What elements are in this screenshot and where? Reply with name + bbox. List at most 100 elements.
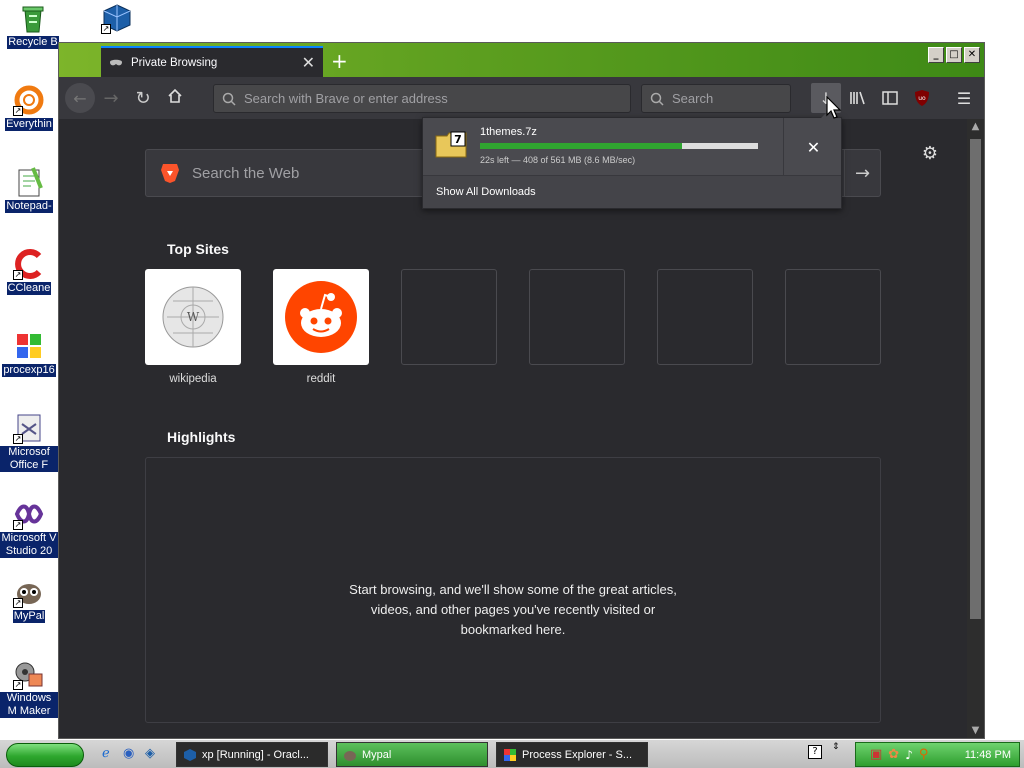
new-tab-page: → ⚙ Top Sites W wikipedia reddit H [59,119,984,738]
top-site-tile-empty[interactable] [657,269,753,385]
desktop-icon-office[interactable]: ↗ Microsof Office F [0,412,58,475]
ccleaner-icon: ↗ [13,248,45,280]
desktop-icon-ccleaner[interactable]: ↗ CCleane [0,248,58,298]
download-status: 22s left — 408 of 561 MB (8.6 MB/sec) [480,155,636,165]
arrow-right-icon: → [854,162,871,184]
browser-quicklaunch-icon[interactable]: ◉ [123,746,134,761]
desktop-icon-mypal[interactable]: ↗ MyPal [0,576,58,626]
home-icon [167,88,183,109]
web-search-input[interactable] [192,164,392,182]
library-button[interactable] [843,83,873,113]
svg-text:W: W [187,310,200,324]
download-progress-bar [480,143,758,149]
desktop-icon-label: Microsoft V Studio 20 [0,532,58,558]
show-all-downloads-button[interactable]: Show All Downloads [423,176,841,208]
shortcut-arrow-icon: ↗ [13,434,23,444]
search-icon [650,92,664,106]
search-icon [222,92,236,106]
top-site-tile-reddit[interactable]: reddit [273,269,369,385]
top-site-tile-empty[interactable] [401,269,497,385]
desktop-icon-notepad-plus[interactable]: Notepad- [0,166,58,216]
tray-app-icon[interactable]: ♪ [905,748,913,762]
maximize-button[interactable]: □ [946,47,962,63]
internet-explorer-icon[interactable]: ℯ [102,746,110,761]
library-icon [850,91,865,105]
address-input[interactable] [244,91,630,106]
new-tab-button[interactable]: + [331,49,348,73]
search-box[interactable] [641,84,791,113]
scroll-down-icon[interactable]: ▼ [967,725,984,736]
desktop-icon-visual-studio[interactable]: ↗ Microsoft V Studio 20 [0,498,58,561]
desktop-icon-procexp[interactable]: procexp16 [0,330,58,380]
tray-expand-icon[interactable]: ⇕ [832,742,840,752]
home-button[interactable] [159,88,191,109]
shortcut-arrow-icon: ↗ [13,680,23,690]
top-site-tile-wikipedia[interactable]: W wikipedia [145,269,241,385]
back-button[interactable]: ← [65,83,95,113]
download-progress-fill [480,143,683,149]
tray-app-icon[interactable]: ▣ [870,747,882,762]
tray-app-icon[interactable]: ✿ [888,747,899,762]
highlights-title: Highlights [167,429,236,445]
desktop-icon-label: MyPal [12,610,46,623]
taskbar-clock: 11:48 PM [964,748,1011,761]
cancel-download-button[interactable]: ✕ [783,118,843,176]
web-search-submit-button[interactable]: → [844,150,880,196]
mypal-icon [344,750,356,761]
title-bar[interactable]: Private Browsing ✕ + _ □ ✕ [59,43,984,77]
tray-app-icon[interactable]: ⚲ [919,747,929,762]
reload-icon: ↻ [135,87,151,109]
top-site-tile-empty[interactable] [785,269,881,385]
start-button[interactable] [6,743,84,767]
top-sites-title: Top Sites [167,241,229,257]
navigation-toolbar: ← → ↻ ↓ [59,77,984,119]
desktop-icon-label: Microsof Office F [0,446,58,472]
desktop-icon-recycle-bin[interactable]: Recycle B [4,2,62,52]
taskbar-item-label: Process Explorer - S... [522,748,633,761]
top-site-tile-empty[interactable] [529,269,625,385]
desktop-icon-virtualbox[interactable]: ↗ [88,2,146,36]
desktop-icon-everything[interactable]: ↗ Everythin [0,84,58,134]
desktop-icon-movie-maker[interactable]: ↗ Windows M Maker [0,658,58,721]
empty-tile-placeholder [657,269,753,365]
desktop-icon-label: Windows M Maker [0,692,58,718]
hamburger-icon: ☰ [956,88,972,108]
minimize-button[interactable]: _ [928,47,944,63]
customize-gear-icon[interactable]: ⚙ [922,143,938,164]
close-icon: ✕ [806,137,821,157]
shortcut-arrow-icon: ↗ [13,270,23,280]
forward-button[interactable]: → [95,88,127,109]
download-filename: 1themes.7z [480,126,537,138]
tab-close-icon[interactable]: ✕ [302,53,315,73]
shortcut-arrow-icon: ↗ [13,520,23,530]
close-window-button[interactable]: ✕ [964,47,980,63]
private-mask-icon [109,56,123,70]
download-item[interactable]: 7 1themes.7z 22s left — 408 of 561 MB (8… [423,118,841,176]
arrow-right-icon: → [103,87,119,109]
ublock-button[interactable]: uo [907,83,937,113]
taskbar-item-virtualbox[interactable]: xp [Running] - Oracl... [176,742,328,767]
scrollbar-thumb[interactable] [970,139,981,619]
menu-button[interactable]: ☰ [949,83,979,113]
taskbar-item-process-explorer[interactable]: Process Explorer - S... [496,742,648,767]
address-bar[interactable] [213,84,631,113]
sidebar-button[interactable] [875,83,905,113]
search-input[interactable] [672,91,790,106]
desktop-icon-label: Recycle B [7,36,59,49]
brave-lion-icon [161,164,179,183]
office-icon: ↗ [13,412,45,444]
desktop-icon-label: procexp16 [2,364,56,377]
window-controls: _ □ ✕ [928,47,980,63]
virtualbox-quicklaunch-icon[interactable]: ◈ [145,746,155,761]
top-site-label: wikipedia [169,373,217,385]
help-icon[interactable]: ? [808,745,822,759]
tab-private-browsing[interactable]: Private Browsing ✕ [101,46,323,77]
reload-button[interactable]: ↻ [127,88,159,109]
top-sites-grid: W wikipedia reddit [145,269,881,385]
desktop-icon-label: Everythin [5,118,53,131]
ublock-badge-text: uo [918,95,926,102]
scroll-up-icon[interactable]: ▲ [967,121,984,132]
page-scrollbar[interactable]: ▲ ▼ [967,119,984,738]
taskbar-item-mypal[interactable]: Mypal [336,742,488,767]
highlights-empty-message: Start browsing, and we'll show some of t… [349,582,677,637]
